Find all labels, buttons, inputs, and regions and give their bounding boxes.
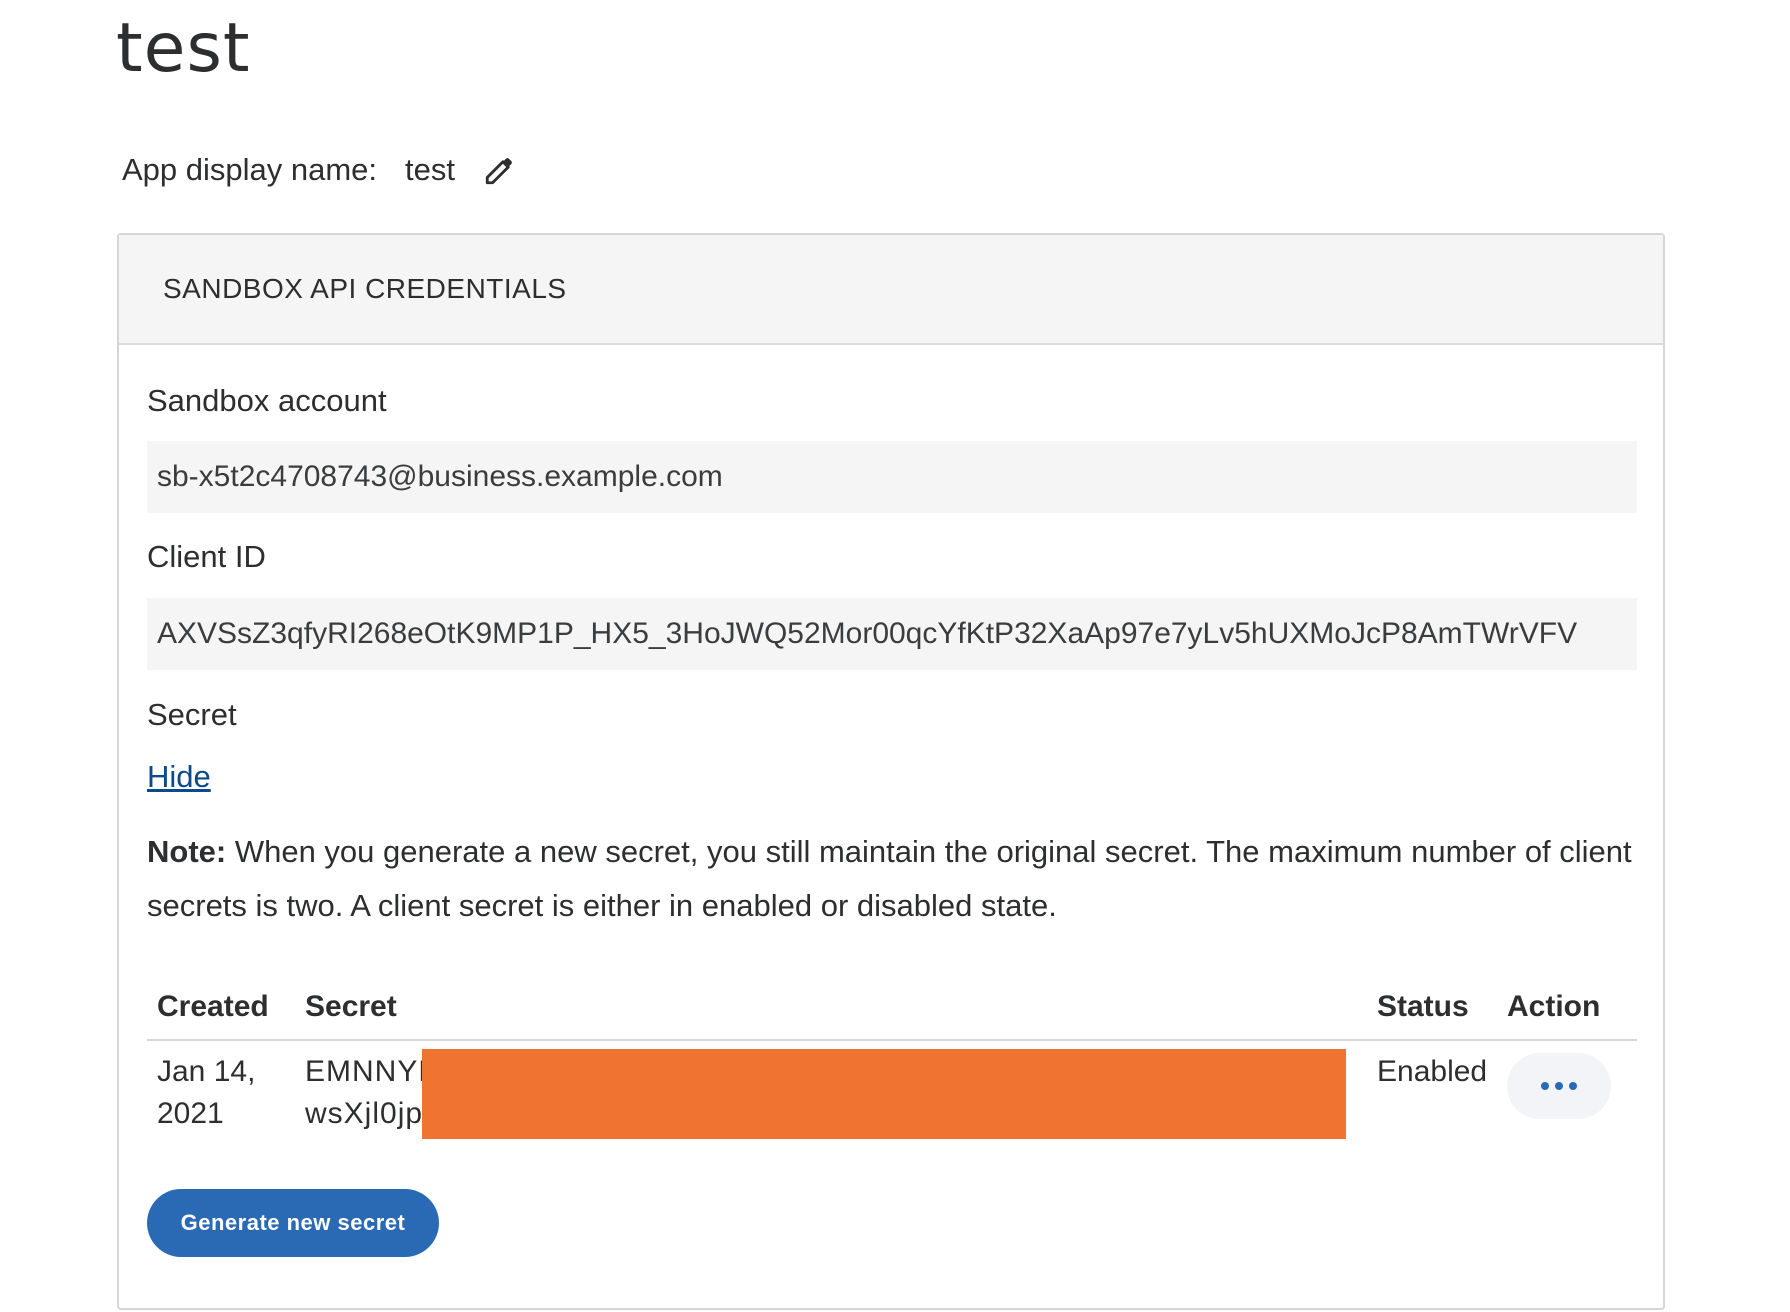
header-created: Created [157,990,269,1023]
generate-new-secret-button[interactable]: Generate new secret [147,1189,439,1257]
table-header: Created Secret Status Action [147,975,1637,1041]
secrets-table: Created Secret Status Action Jan 14, 202… [147,975,1637,1141]
status-cell: Enabled [1377,1055,1488,1088]
created-date: Jan 14, [157,1055,256,1088]
page-title: test [116,9,251,88]
card-header: SANDBOX API CREDENTIALS [119,235,1663,345]
header-secret: Secret [305,990,397,1023]
hide-secret-link[interactable]: Hide [147,759,211,795]
client-id-label: Client ID [147,539,266,574]
header-action: Action [1507,990,1601,1023]
more-horizontal-icon-dot [1569,1082,1577,1090]
secret-label: Secret [147,697,237,732]
secret-cell: EMNNYK wsXjl0jp [305,1049,1377,1139]
app-display-name-row: App display name: test [122,150,517,190]
pencil-icon[interactable] [483,153,517,187]
action-cell [1507,1051,1637,1119]
created-cell: Jan 14, 2021 [147,1051,305,1135]
sandbox-account-field[interactable]: sb-x5t2c4708743@business.example.com [147,441,1637,513]
app-display-name-label: App display name: [122,152,378,187]
client-id-field[interactable]: AXVSsZ3qfyRI268eOtK9MP1P_HX5_3HoJWQ52Mor… [147,598,1637,670]
table-row: Jan 14, 2021 EMNNYK wsXjl0jp Enabled [147,1041,1637,1141]
note-text: When you generate a new secret, you stil… [147,834,1632,923]
created-year: 2021 [157,1097,224,1130]
redaction-overlay [422,1049,1346,1139]
more-horizontal-icon-dot [1555,1082,1563,1090]
secret-note: Note: When you generate a new secret, yo… [147,825,1637,933]
sandbox-credentials-card: SANDBOX API CREDENTIALS Sandbox account … [117,233,1665,1310]
sandbox-account-label: Sandbox account [147,383,387,418]
more-actions-button[interactable] [1507,1053,1611,1119]
header-status: Status [1377,990,1469,1023]
note-label: Note: [147,834,227,869]
app-display-name-value: test [405,152,456,187]
more-horizontal-icon [1541,1082,1549,1090]
